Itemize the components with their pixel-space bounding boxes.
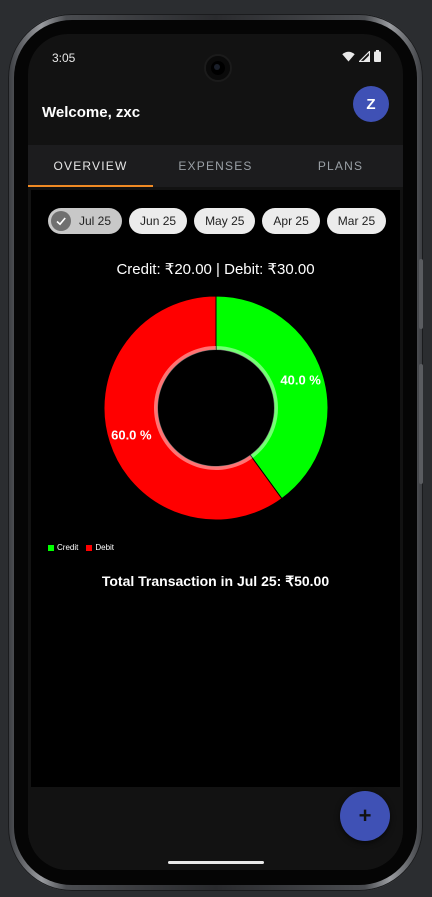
legend-item-debit: Debit xyxy=(86,543,114,552)
legend-label-credit: Credit xyxy=(57,543,79,552)
app-header: Welcome, zxc Z xyxy=(28,82,403,144)
wifi-icon xyxy=(342,51,355,61)
check-icon xyxy=(51,211,71,231)
legend-label-debit: Debit xyxy=(95,543,115,552)
tab-bar: OVERVIEW EXPENSES PLANS xyxy=(28,145,403,187)
avatar[interactable]: Z xyxy=(353,86,389,122)
status-icons xyxy=(342,50,381,62)
credit-debit-summary: Credit: ₹20.00 | Debit: ₹30.00 xyxy=(116,261,315,278)
signal-icon xyxy=(359,50,370,62)
tab-expenses[interactable]: EXPENSES xyxy=(153,145,278,187)
legend-swatch-credit xyxy=(48,544,54,551)
month-chip-row: Jul 25 Jun 25 May 25 Apr 25 Mar 25 xyxy=(48,208,388,234)
volume-button xyxy=(419,364,423,484)
welcome-text: Welcome, zxc xyxy=(42,104,141,121)
status-time: 3:05 xyxy=(52,51,76,65)
total-transaction: Total Transaction in Jul 25: ₹50.00 xyxy=(101,573,330,589)
month-chip-may-25[interactable]: May 25 xyxy=(194,208,256,234)
chart-legend: Credit Debit xyxy=(48,543,114,552)
power-button xyxy=(419,259,423,329)
home-indicator[interactable] xyxy=(168,861,264,864)
tab-plans[interactable]: PLANS xyxy=(278,145,403,187)
front-camera xyxy=(204,54,232,82)
battery-icon xyxy=(374,50,381,62)
status-bar: 3:05 xyxy=(28,34,403,82)
slice-label-debit: 60.0 % xyxy=(111,428,152,443)
overview-content: Jul 25 Jun 25 May 25 Apr 25 Mar 25 Credi… xyxy=(31,190,400,787)
tab-overview[interactable]: OVERVIEW xyxy=(28,145,153,187)
slice-label-credit: 40.0 % xyxy=(280,372,321,387)
month-chip-jun-25[interactable]: Jun 25 xyxy=(129,208,188,234)
month-chip-mar-25[interactable]: Mar 25 xyxy=(326,208,387,234)
legend-item-credit: Credit xyxy=(48,543,78,552)
legend-swatch-debit xyxy=(86,544,93,551)
donut-chart: 40.0 % 60.0 % xyxy=(103,295,329,521)
month-chip-apr-25[interactable]: Apr 25 xyxy=(262,208,320,234)
month-chip-label: Jul 25 xyxy=(79,214,112,228)
month-chip-jul-25[interactable]: Jul 25 xyxy=(48,208,123,234)
add-button[interactable]: + xyxy=(340,791,390,841)
app-screen: 3:05 Welcome, zxc Z OVERVIEW EXPENSES PL… xyxy=(28,34,403,870)
